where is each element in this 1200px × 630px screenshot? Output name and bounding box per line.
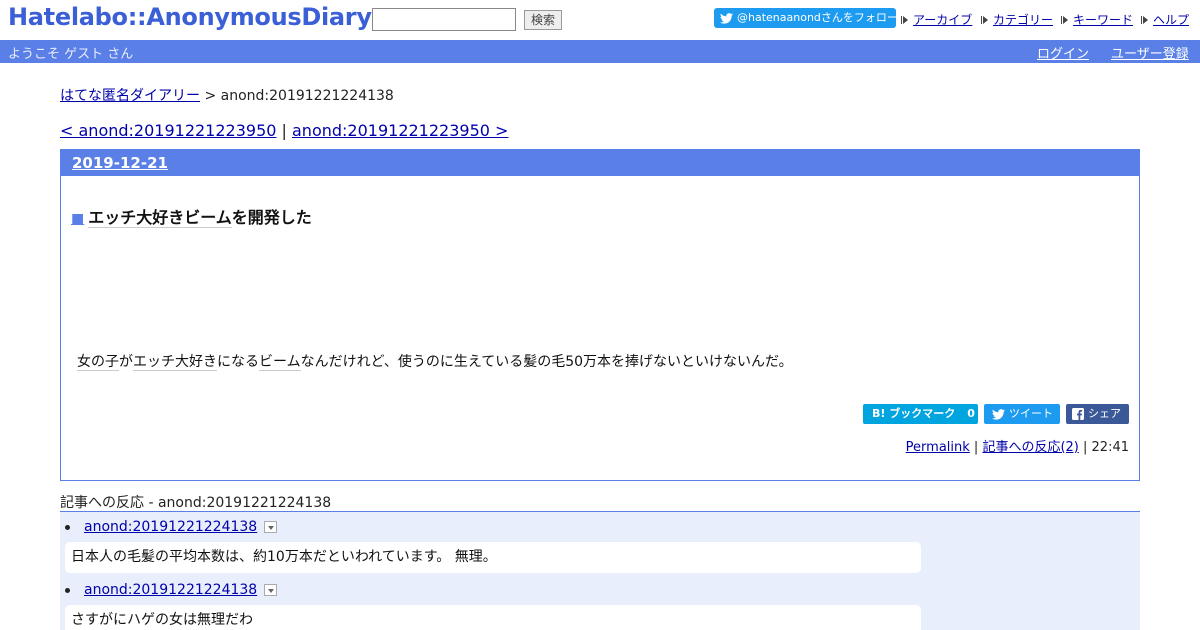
entry-permalink-marker[interactable]: ■ xyxy=(71,211,84,227)
site-header: Hatelabo::AnonymousDiary 検索 @hatenaanond… xyxy=(0,0,1200,40)
follow-label: @hatenaanondさんをフォロー xyxy=(737,11,898,24)
entry-pager: < anond:20191221223950 | anond:201912212… xyxy=(60,121,508,140)
reaction-body: さすがにハゲの女は無理だわ xyxy=(65,605,921,630)
breadcrumb-separator: > xyxy=(200,88,221,104)
pager-separator: | xyxy=(276,121,292,140)
body-text: になる xyxy=(217,354,259,370)
reactions-heading: 記事への反応 - anond:20191221224138 xyxy=(60,492,331,512)
nav-archive-link[interactable]: アーカイブ xyxy=(913,11,972,28)
nav-help[interactable]: ヘルプ xyxy=(1141,11,1189,28)
day-section: 2019-12-21 ■ エッチ大好きビームを開発した 女の子がエッチ大好きになる… xyxy=(60,149,1140,481)
nav-keyword[interactable]: キーワード xyxy=(1061,11,1133,28)
search-input[interactable] xyxy=(372,8,516,31)
arrow-right-icon xyxy=(1061,15,1068,24)
nav-help-link[interactable]: ヘルプ xyxy=(1153,11,1189,28)
keyword-link[interactable]: ビーム xyxy=(184,208,232,228)
nav-keyword-link[interactable]: キーワード xyxy=(1073,11,1133,28)
reaction-id-link[interactable]: anond:20191221224138 xyxy=(84,582,257,598)
body-text: が xyxy=(119,354,133,370)
keyword-link[interactable]: ビーム xyxy=(259,354,301,371)
hatebu-count: 0 xyxy=(967,407,975,420)
meta-separator: | xyxy=(969,440,983,455)
reactions-heading-suffix: - anond:20191221224138 xyxy=(144,495,332,511)
prev-entry-link[interactable]: < anond:20191221223950 xyxy=(60,121,276,140)
tweet-button[interactable]: ツイート xyxy=(984,404,1060,424)
reaction-header: anond:20191221224138 xyxy=(65,519,278,535)
entry-meta: Permalink | 記事への反応(2) | 22:41 xyxy=(906,436,1129,455)
reactions-list: anond:20191221224138 日本人の毛髪の平均本数は、約10万本だ… xyxy=(60,511,1140,630)
entry-body: 女の子がエッチ大好きになるビームなんだけれど、使うのに生えている髪の毛50万本を… xyxy=(77,351,793,371)
list-bullet xyxy=(65,587,70,593)
reactions-heading-prefix: 記事への反応 xyxy=(60,495,144,512)
facebook-icon xyxy=(1072,408,1084,420)
keyword-link[interactable]: 女の子 xyxy=(77,354,119,371)
nav-category[interactable]: カテゴリー xyxy=(981,11,1053,28)
arrow-right-icon xyxy=(1141,15,1148,24)
hatena-bookmark-button[interactable]: B! ブックマーク 0 xyxy=(863,404,978,424)
twitter-bird-icon xyxy=(720,12,733,24)
nav-category-link[interactable]: カテゴリー xyxy=(993,11,1053,28)
twitter-bird-icon xyxy=(992,408,1005,420)
signup-link[interactable]: ユーザー登録 xyxy=(1111,43,1189,62)
search-button[interactable]: 検索 xyxy=(524,10,562,30)
keyword-link[interactable]: エッチ大好き xyxy=(133,354,217,371)
share-label: シェア xyxy=(1088,407,1121,420)
arrow-right-icon xyxy=(901,15,908,24)
entry-time: 22:41 xyxy=(1091,440,1129,455)
entry-title: ■ エッチ大好きビームを開発した xyxy=(71,204,312,228)
welcome-bar: ようこそ ゲスト さん ログイン ユーザー登録 xyxy=(0,40,1200,63)
dropdown-arrow-icon[interactable] xyxy=(264,521,278,533)
twitter-follow-button[interactable]: @hatenaanondさんをフォロー xyxy=(714,8,898,28)
welcome-text: ようこそ ゲスト さん xyxy=(8,47,134,62)
reaction-header: anond:20191221224138 xyxy=(65,582,278,598)
keyword-link[interactable]: エッチ大好き xyxy=(88,208,185,228)
hatebu-label: B! ブックマーク xyxy=(872,407,956,420)
body-text: なんだけれど、使うのに生えている髪の毛50万本を捧げないといけないんだ。 xyxy=(300,354,793,370)
login-link[interactable]: ログイン xyxy=(1037,43,1089,62)
arrow-right-icon xyxy=(981,15,988,24)
next-entry-link[interactable]: anond:20191221223950 > xyxy=(292,121,508,140)
facebook-share-button[interactable]: シェア xyxy=(1066,404,1129,424)
meta-separator: | xyxy=(1078,440,1092,455)
reaction-id-link[interactable]: anond:20191221224138 xyxy=(84,519,257,535)
site-logo[interactable]: Hatelabo::AnonymousDiary xyxy=(8,3,372,31)
breadcrumb-current: anond:20191221224138 xyxy=(220,88,394,104)
permalink-link[interactable]: Permalink xyxy=(906,440,970,455)
reaction-body: 日本人の毛髪の平均本数は、約10万本だといわれています。 無理。 xyxy=(65,542,921,573)
dropdown-arrow-icon[interactable] xyxy=(264,584,278,596)
breadcrumb: はてな匿名ダイアリー > anond:20191221224138 xyxy=(60,85,394,105)
tweet-label: ツイート xyxy=(1009,407,1053,420)
title-text: を開発した xyxy=(231,208,312,227)
day-header: 2019-12-21 xyxy=(61,150,1139,176)
day-date-link[interactable]: 2019-12-21 xyxy=(72,154,168,172)
nav-archive[interactable]: アーカイブ xyxy=(901,11,972,28)
breadcrumb-home-link[interactable]: はてな匿名ダイアリー xyxy=(60,88,200,104)
reactions-count-link[interactable]: 記事への反応(2) xyxy=(982,440,1078,455)
list-bullet xyxy=(65,524,70,530)
